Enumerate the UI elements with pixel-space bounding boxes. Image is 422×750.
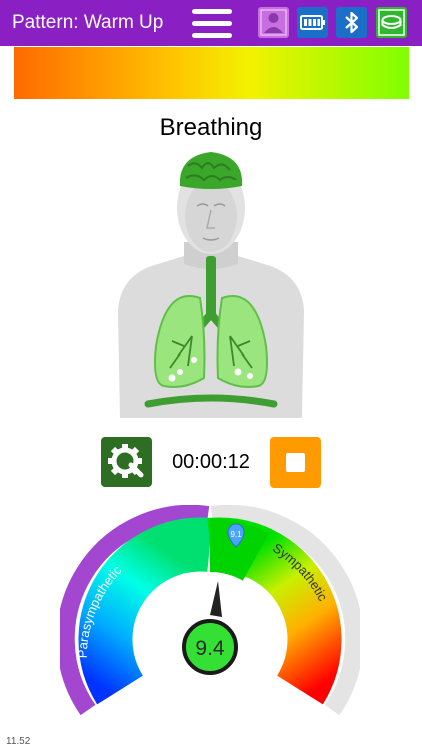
stop-icon <box>286 453 305 472</box>
top-bar: Pattern: Warm Up <box>0 0 422 46</box>
settings-button[interactable] <box>101 437 152 487</box>
menu-icon[interactable] <box>190 8 234 40</box>
page-heading: Breathing <box>159 114 263 141</box>
battery-icon[interactable] <box>297 7 328 38</box>
stress-gradient-bar <box>14 47 409 99</box>
gear-icon <box>108 444 144 478</box>
gauge-needle <box>210 581 222 617</box>
body-figure-image <box>118 152 304 418</box>
svg-text:9.1: 9.1 <box>230 530 242 539</box>
profile-icon[interactable] <box>258 7 289 38</box>
stop-button[interactable] <box>270 437 321 488</box>
pattern-title: Pattern: Warm Up <box>12 12 164 33</box>
gauge-value: 9.4 <box>195 637 225 660</box>
version-label: 11.52 <box>6 736 31 747</box>
bluetooth-icon[interactable] <box>336 7 367 38</box>
session-timer: 00:00:12 <box>172 451 250 473</box>
stress-gauge: Parasympathetic Sympathetic 9.1 9.4 <box>60 505 360 716</box>
device-icon[interactable] <box>376 7 407 38</box>
